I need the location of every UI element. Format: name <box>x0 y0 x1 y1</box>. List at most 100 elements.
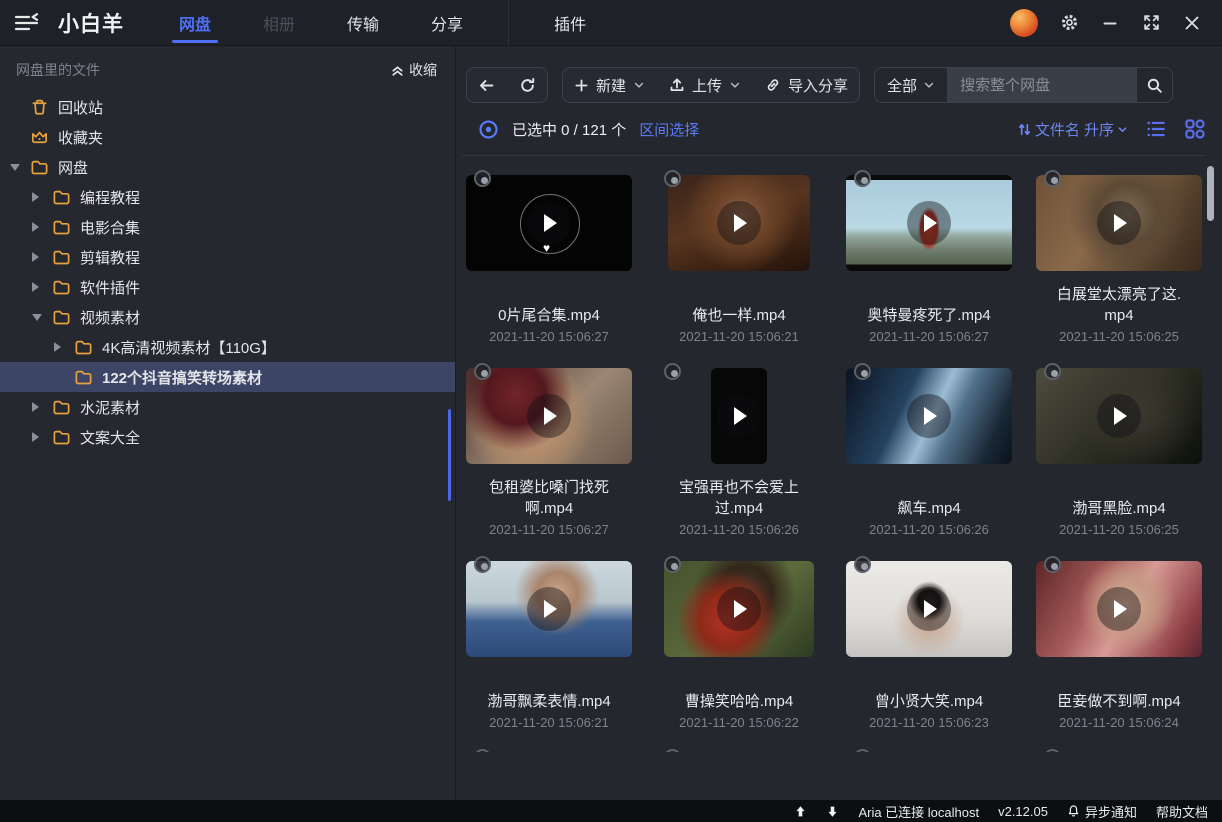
back-button[interactable] <box>467 68 506 102</box>
import-share-button[interactable]: 导入分享 <box>754 68 859 102</box>
list-view-icon[interactable] <box>1145 118 1167 140</box>
video-thumbnail[interactable] <box>846 561 1012 657</box>
select-circle-icon[interactable] <box>1044 556 1061 573</box>
help-doc-link[interactable]: 帮助文档 <box>1156 802 1208 821</box>
select-circle-icon[interactable] <box>1044 749 1061 752</box>
user-avatar[interactable] <box>1010 9 1038 37</box>
expand-arrow-icon[interactable] <box>32 314 52 321</box>
select-circle-icon[interactable] <box>664 749 681 752</box>
select-circle-icon[interactable] <box>1044 170 1061 187</box>
video-thumbnail[interactable] <box>1036 175 1202 271</box>
tab-transfer[interactable]: 传输 <box>338 0 388 46</box>
file-card[interactable]: 曾小贤大笑.mp4 2021-11-20 15:06:23 <box>844 561 1014 730</box>
video-thumbnail[interactable] <box>466 175 632 271</box>
select-circle-icon[interactable] <box>1044 363 1061 380</box>
expand-arrow-icon[interactable] <box>32 402 52 412</box>
expand-arrow-icon[interactable] <box>32 252 52 262</box>
file-name: 奥特曼疼死了.mp4 <box>867 284 990 326</box>
tab-plugins[interactable]: 插件 <box>545 0 595 46</box>
search-scope-dropdown[interactable]: 全部 <box>875 68 948 102</box>
expand-arrow-icon[interactable] <box>10 164 30 171</box>
file-card[interactable]: 飙车.mp4 2021-11-20 15:06:26 <box>844 368 1014 537</box>
sidebar-item-douyin-material[interactable]: 122个抖音搞笑转场素材 <box>0 362 455 392</box>
sidebar-item-software[interactable]: 软件插件 <box>0 272 455 302</box>
select-circle-icon[interactable] <box>664 170 681 187</box>
file-card[interactable]: 渤哥飘柔表情.mp4 2021-11-20 15:06:21 <box>464 561 634 730</box>
expand-arrow-icon[interactable] <box>32 432 52 442</box>
video-thumbnail[interactable] <box>466 368 632 464</box>
sidebar-scrollbar[interactable] <box>448 409 451 501</box>
expand-arrow-icon[interactable] <box>54 342 74 352</box>
select-circle-icon[interactable] <box>474 363 491 380</box>
select-circle-icon[interactable] <box>474 556 491 573</box>
expand-arrow-icon[interactable] <box>32 222 52 232</box>
play-icon <box>527 201 571 245</box>
sidebar-item-drive-root[interactable]: 网盘 <box>0 152 455 182</box>
download-speed-icon[interactable] <box>826 805 839 818</box>
file-card[interactable]: 包租婆比嗓门找死啊.mp4 2021-11-20 15:06:27 <box>464 368 634 537</box>
search-input[interactable] <box>948 68 1136 102</box>
select-circle-icon[interactable] <box>854 363 871 380</box>
video-thumbnail[interactable] <box>846 368 1012 464</box>
file-card[interactable]: 白展堂太漂亮了这.mp4 2021-11-20 15:06:25 <box>1034 175 1204 344</box>
sidebar-item-label: 编程教程 <box>80 187 140 208</box>
expand-arrow-icon[interactable] <box>32 192 52 202</box>
file-name: 臣妾做不到啊.mp4 <box>1057 670 1180 712</box>
sidebar-item-4k-material[interactable]: 4K高清视频素材【110G】 <box>0 332 455 362</box>
select-circle-icon[interactable] <box>854 749 871 752</box>
select-all-circle-icon[interactable] <box>478 119 499 140</box>
maximize-button[interactable] <box>1141 13 1161 33</box>
collapse-button[interactable]: 收缩 <box>390 60 437 80</box>
new-button[interactable]: 新建 <box>563 68 656 102</box>
sidebar-item-programming[interactable]: 编程教程 <box>0 182 455 212</box>
video-thumbnail[interactable] <box>664 561 814 657</box>
range-select-link[interactable]: 区间选择 <box>639 119 699 140</box>
main-scrollbar[interactable] <box>1207 166 1214 221</box>
video-thumbnail[interactable] <box>1036 368 1202 464</box>
sidebar-item-copywriting[interactable]: 文案大全 <box>0 422 455 452</box>
sidebar-item-editing[interactable]: 剪辑教程 <box>0 242 455 272</box>
select-circle-icon[interactable] <box>664 556 681 573</box>
video-thumbnail[interactable] <box>711 368 767 464</box>
expand-arrow-icon[interactable] <box>32 282 52 292</box>
video-thumbnail[interactable] <box>846 175 1012 271</box>
select-circle-icon[interactable] <box>474 749 491 752</box>
tab-drive[interactable]: 网盘 <box>170 0 220 46</box>
sidebar-item-cement[interactable]: 水泥素材 <box>0 392 455 422</box>
async-notice-button[interactable]: 异步通知 <box>1067 802 1137 821</box>
sidebar-item-video-material[interactable]: 视频素材 <box>0 302 455 332</box>
sort-control[interactable]: 文件名 升序 <box>1017 119 1128 140</box>
sidebar-item-recycle-bin[interactable]: 回收站 <box>0 92 455 122</box>
file-card[interactable]: 奥特曼疼死了.mp4 2021-11-20 15:06:27 <box>844 175 1014 344</box>
video-thumbnail[interactable] <box>1036 561 1202 657</box>
select-circle-icon[interactable] <box>854 556 871 573</box>
sort-label: 文件名 升序 <box>1035 119 1114 140</box>
select-circle-icon[interactable] <box>854 170 871 187</box>
bell-icon <box>1067 804 1080 818</box>
sidebar-item-movies[interactable]: 电影合集 <box>0 212 455 242</box>
file-card[interactable]: 曹操笑哈哈.mp4 2021-11-20 15:06:22 <box>654 561 824 730</box>
aria-connection-status: Aria 已连接 localhost <box>858 802 979 821</box>
upload-speed-icon[interactable] <box>794 805 807 818</box>
file-card[interactable]: 臣妾做不到啊.mp4 2021-11-20 15:06:24 <box>1034 561 1204 730</box>
file-card[interactable]: 俺也一样.mp4 2021-11-20 15:06:21 <box>654 175 824 344</box>
select-circle-icon[interactable] <box>474 170 491 187</box>
close-button[interactable] <box>1182 13 1202 33</box>
file-card[interactable]: 0片尾合集.mp4 2021-11-20 15:06:27 <box>464 175 634 344</box>
grid-view-icon[interactable] <box>1184 118 1206 140</box>
video-thumbnail[interactable] <box>466 561 632 657</box>
file-card[interactable]: 渤哥黑脸.mp4 2021-11-20 15:06:25 <box>1034 368 1204 537</box>
minimize-button[interactable] <box>1100 13 1120 33</box>
refresh-button[interactable] <box>508 68 547 102</box>
tab-share[interactable]: 分享 <box>422 0 472 46</box>
video-thumbnail[interactable] <box>668 175 810 271</box>
file-card[interactable]: 宝强再也不会爱上过.mp4 2021-11-20 15:06:26 <box>654 368 824 537</box>
settings-gear-icon[interactable] <box>1059 13 1079 33</box>
new-button-label: 新建 <box>596 75 626 96</box>
sidebar-item-favorites[interactable]: 收藏夹 <box>0 122 455 152</box>
toolbar: 新建 上传 <box>466 67 1222 103</box>
upload-button[interactable]: 上传 <box>658 68 752 102</box>
menu-fold-icon[interactable] <box>14 12 42 34</box>
select-circle-icon[interactable] <box>664 363 681 380</box>
search-button[interactable] <box>1136 68 1172 102</box>
